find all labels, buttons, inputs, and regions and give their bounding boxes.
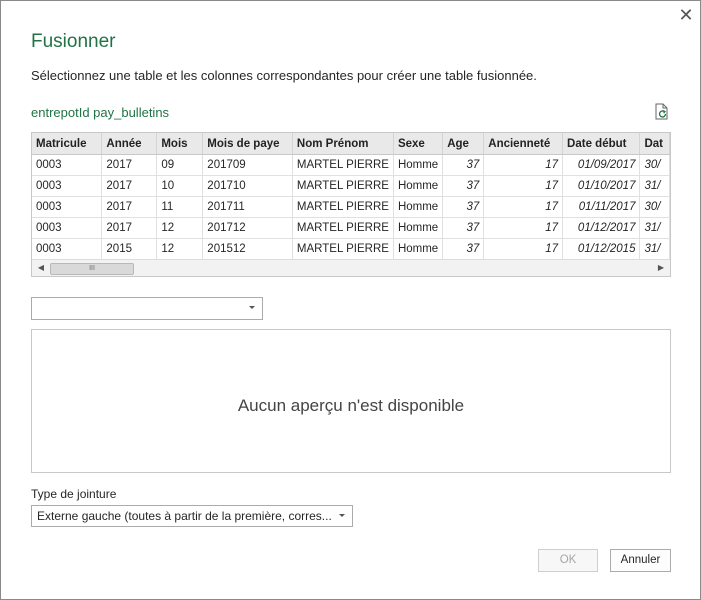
cancel-button[interactable]: Annuler	[610, 549, 671, 572]
table-cell: 2017	[101, 217, 158, 239]
table-cell: 2017	[101, 175, 158, 197]
table-cell: 17	[483, 154, 564, 176]
horizontal-scrollbar[interactable]: ◀ III ▶	[32, 259, 670, 276]
close-icon[interactable]: ✕	[677, 7, 695, 25]
table-row[interactable]: 0003 2017 10 201710 MARTEL PIERRE Homme …	[32, 175, 670, 197]
table-cell: 01/10/2017	[562, 175, 641, 197]
chevron-down-icon	[249, 306, 255, 309]
table-cell: 01/09/2017	[562, 154, 641, 176]
column-header[interactable]: Nom Prénom	[292, 133, 394, 155]
first-table-name: entrepotId pay_bulletins	[31, 105, 170, 120]
table-cell: Homme	[393, 196, 444, 218]
dialog-title: Fusionner	[31, 31, 116, 52]
table-cell: 10	[156, 175, 204, 197]
table-cell: 12	[156, 238, 204, 260]
table-cell: 31/	[639, 238, 670, 260]
table-cell: 0003	[32, 154, 103, 176]
table-cell: 37	[442, 238, 485, 260]
header-row: Matricule Année Mois Mois de paye Nom Pr…	[32, 133, 670, 155]
table-row[interactable]: 0003 2017 11 201711 MARTEL PIERRE Homme …	[32, 196, 670, 218]
table-cell: 0003	[32, 217, 103, 239]
table-cell: Homme	[393, 175, 444, 197]
table-row[interactable]: 0003 2015 12 201512 MARTEL PIERRE Homme …	[32, 238, 670, 260]
second-table-preview: Aucun aperçu n'est disponible	[31, 329, 671, 473]
table-cell: Homme	[393, 238, 444, 260]
first-table-preview-grid: Matricule Année Mois Mois de paye Nom Pr…	[31, 132, 671, 277]
table-cell: 2017	[101, 196, 158, 218]
table-cell: 201512	[202, 238, 293, 260]
table-cell: 01/12/2015	[562, 238, 641, 260]
table-cell: 11	[156, 196, 204, 218]
table-cell: 2015	[101, 238, 158, 260]
table-cell: Homme	[393, 217, 444, 239]
table-cell: 30/	[639, 154, 670, 176]
column-header[interactable]: Année	[101, 133, 158, 155]
column-header[interactable]: Ancienneté	[483, 133, 564, 155]
chevron-down-icon	[339, 514, 345, 517]
table-row[interactable]: 0003 2017 12 201712 MARTEL PIERRE Homme …	[32, 217, 670, 239]
table-cell: MARTEL PIERRE	[292, 196, 394, 218]
table-cell: 17	[483, 196, 564, 218]
scrollbar-thumb[interactable]: III	[50, 263, 134, 275]
table-row[interactable]: 0003 2017 09 201709 MARTEL PIERRE Homme …	[32, 154, 670, 176]
join-type-select[interactable]: Externe gauche (toutes à partir de la pr…	[31, 505, 353, 527]
table-cell: 201711	[202, 196, 293, 218]
table-cell: 37	[442, 196, 485, 218]
table-cell: 201710	[202, 175, 293, 197]
table-cell: 0003	[32, 175, 103, 197]
table-cell: 2017	[101, 154, 158, 176]
column-header[interactable]: Sexe	[393, 133, 444, 155]
second-table-select[interactable]	[31, 297, 263, 320]
table-cell: 01/11/2017	[562, 196, 641, 218]
column-header[interactable]: Mois de paye	[202, 133, 293, 155]
table-cell: 0003	[32, 196, 103, 218]
table-cell: MARTEL PIERRE	[292, 175, 394, 197]
table-cell: MARTEL PIERRE	[292, 238, 394, 260]
table-cell: 0003	[32, 238, 103, 260]
table-cell: 17	[483, 175, 564, 197]
join-type-label: Type de jointure	[31, 487, 117, 501]
column-header[interactable]: Age	[442, 133, 485, 155]
column-header[interactable]: Dat	[639, 133, 670, 155]
table-cell: 17	[483, 238, 564, 260]
no-preview-message: Aucun aperçu n'est disponible	[237, 396, 465, 415]
scroll-left-icon[interactable]: ◀	[34, 260, 48, 276]
column-header[interactable]: Matricule	[32, 133, 103, 155]
table-cell: 201709	[202, 154, 293, 176]
refresh-icon[interactable]	[653, 103, 671, 121]
table-cell: 17	[483, 217, 564, 239]
table-cell: MARTEL PIERRE	[292, 217, 394, 239]
ok-button[interactable]: OK	[538, 549, 598, 572]
table-cell: 31/	[639, 217, 670, 239]
table-cell: Homme	[393, 154, 444, 176]
table-cell: 37	[442, 217, 485, 239]
column-header[interactable]: Date début	[562, 133, 641, 155]
table-cell: 37	[442, 154, 485, 176]
scroll-right-icon[interactable]: ▶	[654, 260, 668, 276]
column-header[interactable]: Mois	[156, 133, 204, 155]
table-cell: 30/	[639, 196, 670, 218]
table-cell: 01/12/2017	[562, 217, 641, 239]
preview-table: Matricule Année Mois Mois de paye Nom Pr…	[32, 133, 670, 260]
join-type-selected-value: Externe gauche (toutes à partir de la pr…	[37, 509, 332, 523]
merge-dialog: ✕ Fusionner Sélectionnez une table et le…	[0, 0, 701, 600]
table-cell: 09	[156, 154, 204, 176]
dialog-instructions: Sélectionnez une table et les colonnes c…	[31, 68, 537, 83]
table-cell: 12	[156, 217, 204, 239]
table-cell: 31/	[639, 175, 670, 197]
table-cell: 201712	[202, 217, 293, 239]
table-cell: 37	[442, 175, 485, 197]
table-cell: MARTEL PIERRE	[292, 154, 394, 176]
